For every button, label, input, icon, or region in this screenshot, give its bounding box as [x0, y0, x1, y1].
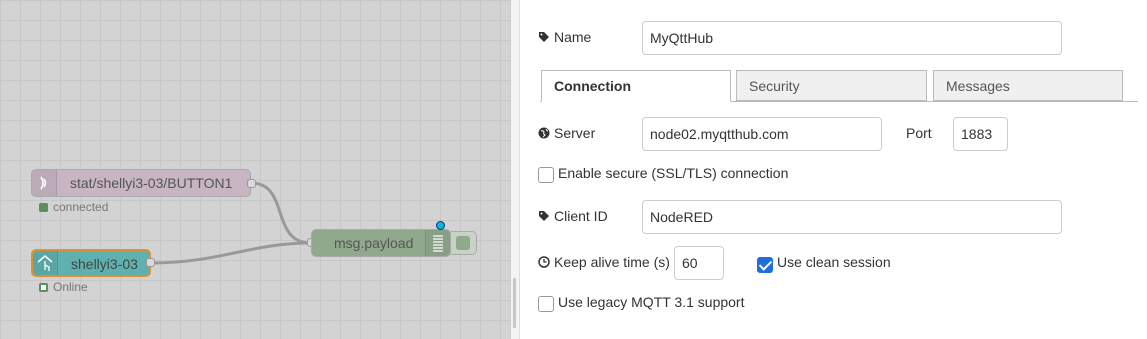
tls-label: Enable secure (SSL/TLS) connection	[558, 165, 789, 181]
tab-security[interactable]: Security	[736, 70, 927, 101]
debug-list-icon	[425, 230, 450, 256]
tab-messages[interactable]: Messages	[933, 70, 1123, 101]
shelly-node[interactable]: shellyi3-03	[31, 249, 151, 277]
name-input[interactable]	[642, 21, 1062, 55]
clean-session-label: Use clean session	[777, 254, 891, 270]
tag-icon	[538, 210, 550, 222]
node-label: stat/shellyi3-03/BUTTON1	[70, 175, 233, 191]
clean-session-checkbox[interactable]	[757, 257, 773, 273]
server-label: Server	[538, 125, 595, 141]
resize-handle[interactable]	[513, 278, 516, 328]
node-label: shellyi3-03	[71, 256, 138, 272]
mqtt-bridge-icon	[32, 170, 57, 196]
client-id-label: Client ID	[538, 208, 608, 224]
node-label: msg.payload	[334, 235, 414, 251]
keepalive-input[interactable]	[674, 246, 724, 280]
status-dot-icon	[39, 203, 48, 212]
node-status: connected	[39, 200, 108, 214]
legacy-mqtt-label: Use legacy MQTT 3.1 support	[558, 294, 745, 310]
panel-splitter[interactable]	[510, 0, 520, 339]
globe-icon	[538, 127, 550, 139]
tls-checkbox[interactable]	[538, 167, 554, 183]
status-ring-icon	[39, 283, 48, 292]
output-port[interactable]	[247, 179, 256, 188]
clock-icon	[538, 256, 550, 268]
changed-indicator-icon	[436, 221, 445, 230]
mqtt-in-node[interactable]: stat/shellyi3-03/BUTTON1	[31, 169, 251, 197]
tag-icon	[538, 31, 550, 43]
node-status: Online	[39, 280, 88, 294]
wire-shelly-to-debug	[150, 241, 312, 265]
port-input[interactable]	[953, 117, 1008, 151]
client-id-input[interactable]	[642, 200, 1062, 234]
wire-mqtt-to-debug	[250, 181, 312, 245]
name-label: Name	[538, 29, 591, 45]
server-input[interactable]	[642, 117, 882, 151]
flow-canvas[interactable]: stat/shellyi3-03/BUTTON1 connected shell…	[0, 0, 510, 339]
debug-toggle-button[interactable]	[451, 231, 477, 255]
port-label: Port	[906, 125, 932, 141]
legacy-mqtt-checkbox[interactable]	[538, 296, 554, 312]
keepalive-label: Keep alive time (s)	[538, 254, 670, 270]
debug-node[interactable]: msg.payload	[311, 229, 451, 257]
home-touch-icon	[33, 251, 58, 275]
output-port[interactable]	[146, 258, 155, 267]
tab-connection[interactable]: Connection	[541, 70, 731, 102]
edit-tray: Name Connection Security Messages Server…	[520, 0, 1147, 339]
